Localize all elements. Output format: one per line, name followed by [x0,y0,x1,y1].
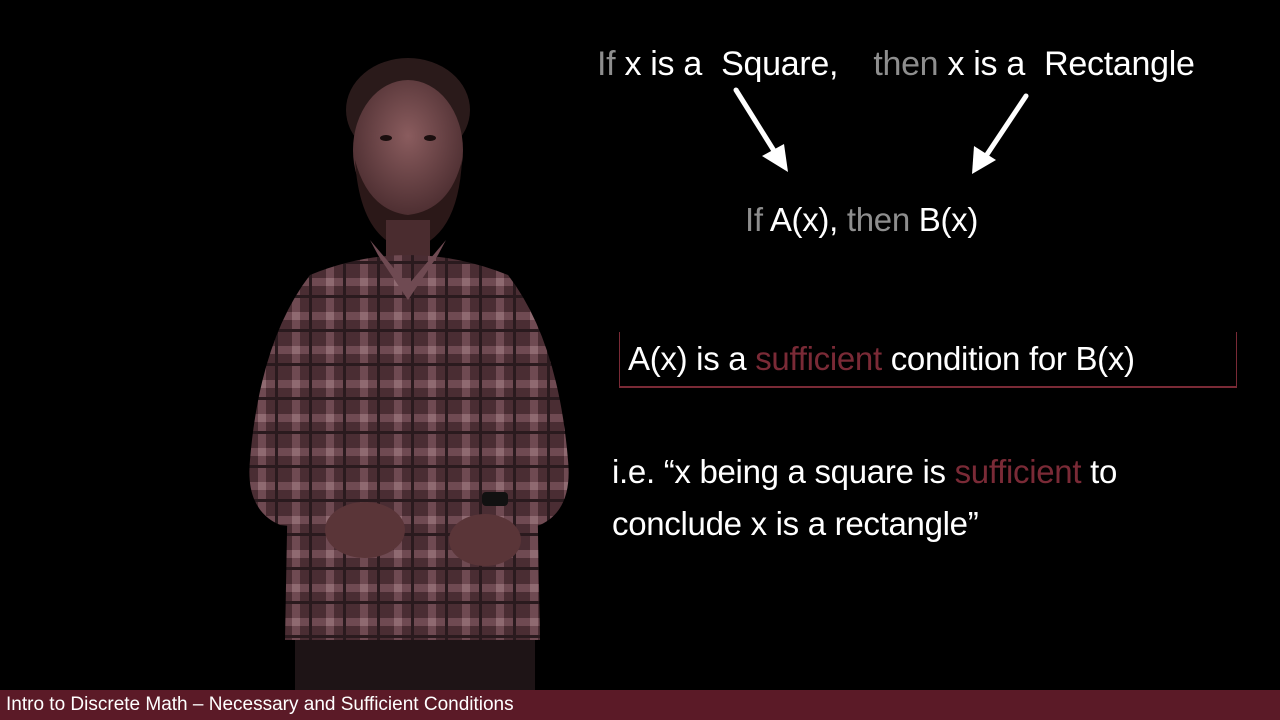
explanation-start: i.e. “x being a square is [612,453,946,490]
caption-bar: Intro to Discrete Math – Necessary and S… [0,690,1280,720]
rectangle-term: Rectangle [1044,45,1195,83]
caption-title: Intro to Discrete Math – Necessary and S… [6,694,514,715]
x-is-a-text-2: x is a [947,45,1026,83]
if-keyword-general: If [745,201,763,238]
sufficient-highlight: sufficient [755,340,882,377]
b-of-x: B(x) [918,201,979,238]
if-keyword: If [597,45,616,83]
sufficient-highlight-2: sufficient [954,453,1082,490]
mapping-arrows [733,87,1029,174]
definition-part-1: A(x) is a [628,340,747,377]
then-keyword-general: then [846,201,910,238]
a-of-x: A(x), [769,201,838,238]
definition-part-2: condition for B(x) [890,340,1135,377]
square-term: Square, [721,45,839,83]
right-arrow-icon [972,93,1029,174]
explanation-end: to [1090,453,1117,490]
explanation-line-2: conclude x is a rectangle” [612,505,979,542]
then-keyword: then [873,45,939,83]
x-is-a-text: x is a [624,45,703,83]
video-frame: If x is a Square, then x is a Rectangle … [0,0,1280,720]
general-form: If A(x), then B(x) [745,198,978,242]
presenter-illustration [249,58,569,690]
definition-text: A(x) is a sufficient condition for B(x) [628,337,1135,381]
left-arrow-icon [733,87,788,172]
explanation-line-1: i.e. “x being a square is sufficient to [612,450,1117,494]
top-statement: If x is a Square, then x is a Rectangle [597,42,1195,86]
presenter-figure [190,40,620,690]
